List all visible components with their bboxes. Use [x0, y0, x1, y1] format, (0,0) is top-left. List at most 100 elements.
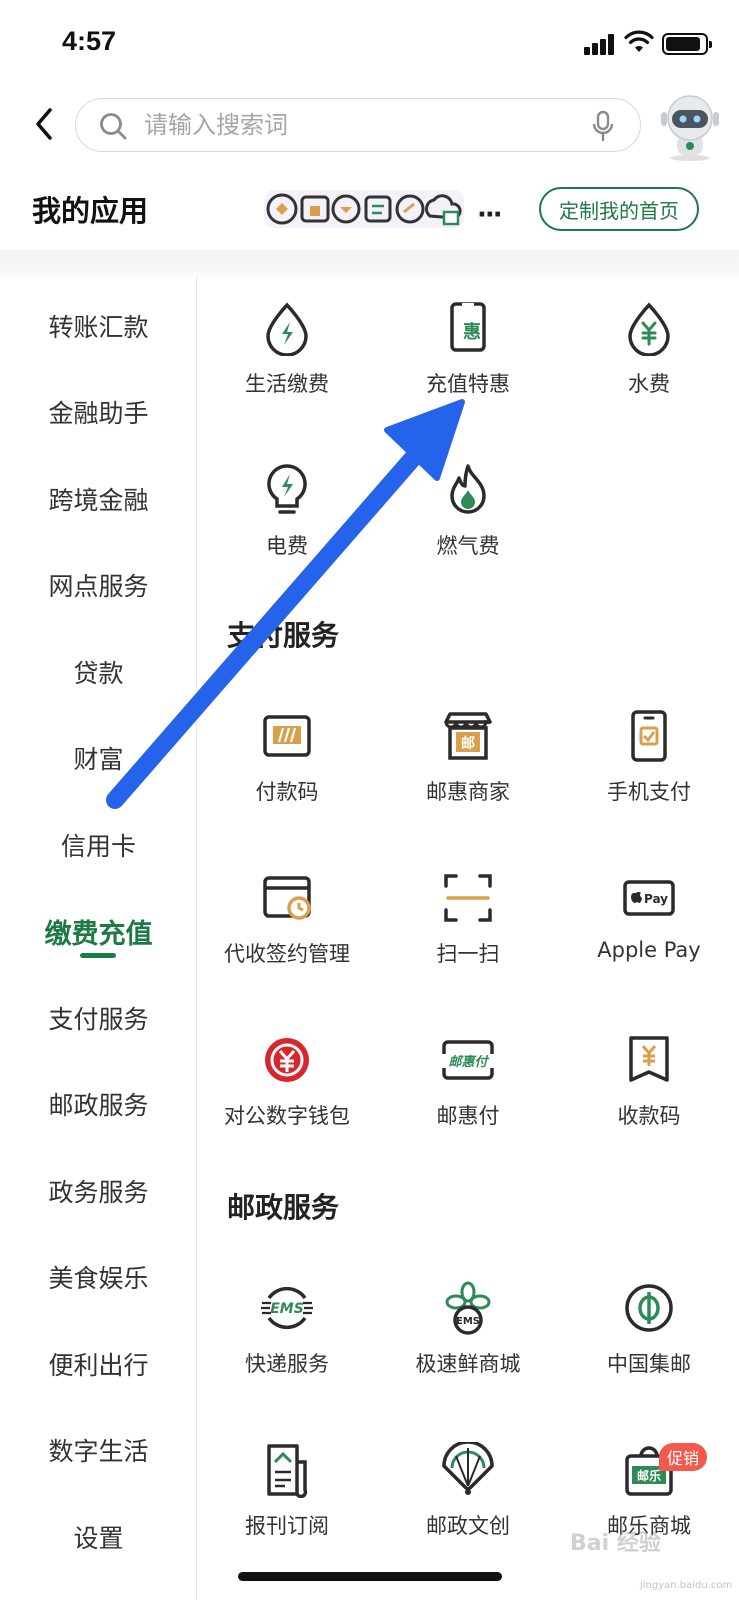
service-label: 邮惠商家 [426, 780, 510, 804]
youhuifu-icon: 邮惠付 [442, 1040, 494, 1080]
service-receive-code[interactable]: 收款码 [559, 1032, 739, 1162]
sidebar-item-settings[interactable]: 设置 [0, 1507, 197, 1567]
robot-assistant-avatar[interactable] [655, 90, 725, 162]
service-label: 手机支付 [607, 780, 691, 804]
sidebar-item-credit-card[interactable]: 信用卡 [0, 815, 197, 875]
service-cultural-creative[interactable]: 邮政文创 [378, 1442, 558, 1572]
sidebar-item-loan[interactable]: 贷款 [0, 642, 197, 702]
svg-text:邮惠付: 邮惠付 [448, 1054, 489, 1070]
svg-text:邮: 邮 [461, 735, 475, 752]
service-apple-pay[interactable]: Pay Apple Pay [559, 870, 739, 1000]
bulb-icon [267, 464, 307, 514]
service-label: 极速鲜商城 [415, 1352, 521, 1376]
svg-text:邮乐: 邮乐 [637, 1468, 661, 1483]
service-electricity-bill[interactable]: 电费 [197, 462, 377, 592]
promo-badge: 促销 [659, 1443, 707, 1471]
service-label: 代收签约管理 [224, 942, 350, 966]
search-input[interactable] [144, 109, 564, 143]
receive-code-icon [629, 1036, 669, 1082]
service-label: 邮惠付 [436, 1104, 500, 1128]
more-apps-icon[interactable]: ··· [477, 200, 503, 230]
water-yuan-icon [628, 302, 670, 356]
microphone-icon[interactable] [590, 110, 616, 142]
back-icon[interactable] [30, 104, 60, 144]
service-label: 扫一扫 [436, 942, 500, 966]
service-label: 燃气费 [436, 534, 500, 558]
stamp-collect-icon [625, 1284, 673, 1332]
fresh-mall-icon: EMS [445, 1281, 491, 1335]
service-merchant[interactable]: 邮 邮惠商家 [378, 708, 558, 838]
sidebar-item-branch-service[interactable]: 网点服务 [0, 555, 197, 615]
sidebar-item-government[interactable]: 政务服务 [0, 1161, 197, 1221]
service-label: Apple Pay [597, 938, 701, 962]
sidebar-item-travel[interactable]: 便利出行 [0, 1334, 197, 1394]
service-label: 充值特惠 [426, 372, 510, 396]
sidebar-item-bill-payment[interactable]: 缴费充值 [0, 901, 197, 961]
service-gas-bill[interactable]: 燃气费 [378, 462, 558, 592]
digital-yuan-icon [265, 1038, 309, 1082]
svg-text:惠: 惠 [463, 322, 481, 343]
service-label: 生活缴费 [245, 372, 329, 396]
service-label: 报刊订阅 [245, 1514, 329, 1538]
payment-code-icon [263, 715, 311, 757]
service-label: 电费 [266, 534, 308, 558]
service-contract-manage[interactable]: 代收签约管理 [197, 870, 377, 1000]
sidebar-item-digital-life[interactable]: 数字生活 [0, 1420, 197, 1480]
service-label: 付款码 [255, 780, 319, 804]
sidebar-item-postal-services[interactable]: 邮政服务 [0, 1074, 197, 1134]
service-payment-code[interactable]: 付款码 [197, 708, 377, 838]
sidebar-item-food-entertainment[interactable]: 美食娱乐 [0, 1247, 197, 1307]
mobile-pay-icon [631, 710, 667, 762]
status-time: 4:57 [62, 26, 117, 56]
service-recharge-discount[interactable]: 惠 充值特惠 [378, 300, 558, 430]
sidebar-item-pay-services[interactable]: 支付服务 [0, 988, 197, 1048]
sidebar-item-cross-border[interactable]: 跨境金融 [0, 469, 197, 529]
status-bar: 4:57 [0, 0, 739, 90]
newspaper-icon [267, 1444, 308, 1498]
service-label: 快递服务 [245, 1352, 329, 1376]
service-newspaper[interactable]: 报刊订阅 [197, 1442, 377, 1572]
service-mobile-pay[interactable]: 手机支付 [559, 708, 739, 838]
service-water-bill[interactable]: 水费 [559, 300, 739, 430]
category-sidebar: 转账汇款 金融助手 跨境金融 网点服务 贷款 财富 信用卡 缴费充值 支付服务 … [0, 276, 197, 1600]
service-label: 中国集邮 [607, 1352, 691, 1376]
section-title-pay-services: 支付服务 [227, 619, 340, 652]
service-utility-payment[interactable]: 生活缴费 [197, 300, 377, 430]
fan-icon [442, 1442, 494, 1495]
home-indicator[interactable] [238, 1572, 502, 1581]
flame-icon [450, 464, 486, 514]
svg-text:Pay: Pay [644, 892, 668, 906]
phone-discount-icon: 惠 [450, 302, 486, 352]
service-corporate-wallet[interactable]: 对公数字钱包 [197, 1032, 377, 1162]
svg-text:EMS: EMS [456, 1316, 480, 1327]
sidebar-item-wealth[interactable]: 财富 [0, 728, 197, 788]
battery-icon [662, 33, 712, 55]
store-icon: 邮 [444, 712, 492, 760]
search-icon [100, 113, 127, 140]
watermark-url: jingyan.baidu.com [640, 1580, 733, 1591]
my-apps-title: 我的应用 [32, 196, 149, 228]
pinned-apps-strip[interactable] [264, 186, 464, 232]
customize-homepage-button[interactable]: 定制我的首页 [539, 187, 699, 231]
ems-icon: EMS [261, 1286, 313, 1330]
service-youhuifu[interactable]: 邮惠付 邮惠付 [378, 1032, 558, 1162]
service-label: 邮政文创 [426, 1514, 510, 1538]
service-content: 生活缴费 惠 充值特惠 水费 电费 燃气费 支付服务 付款码 邮 邮惠商家 手机… [197, 276, 739, 1600]
service-philately[interactable]: 中国集邮 [559, 1280, 739, 1410]
apple-pay-icon: Pay [623, 880, 675, 916]
svg-text:EMS: EMS [270, 1301, 304, 1317]
watermark: Bai 经验 [570, 1531, 661, 1556]
sidebar-item-transfer[interactable]: 转账汇款 [0, 296, 197, 356]
section-divider [0, 250, 739, 276]
sidebar-item-finance-assistant[interactable]: 金融助手 [0, 382, 197, 442]
active-tab-indicator [80, 953, 116, 958]
service-label: 收款码 [617, 1104, 681, 1128]
wifi-icon [624, 30, 654, 52]
search-bar[interactable] [75, 98, 641, 152]
section-title-postal-services: 邮政服务 [227, 1191, 340, 1224]
cellular-signal-icon [584, 33, 616, 55]
service-scan[interactable]: 扫一扫 [378, 870, 558, 1000]
contract-manage-icon [263, 876, 311, 920]
service-fresh-mall[interactable]: EMS 极速鲜商城 [378, 1280, 558, 1410]
service-express[interactable]: EMS 快递服务 [197, 1280, 377, 1410]
